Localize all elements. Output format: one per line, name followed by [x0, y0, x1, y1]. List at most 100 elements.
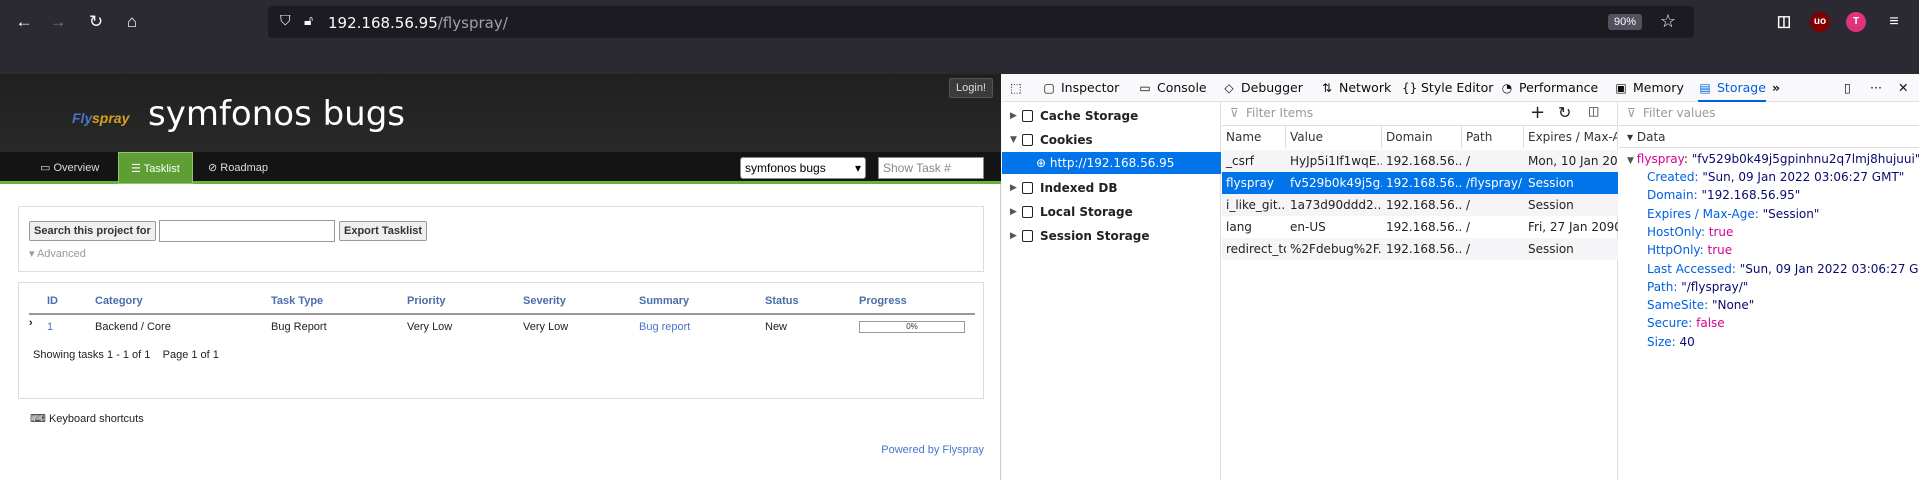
table-cell: / — [1466, 242, 1471, 256]
forward-icon[interactable]: → — [46, 10, 70, 34]
shield-icon[interactable]: ⛉ — [280, 12, 291, 29]
data-header[interactable]: ▾ Data — [1619, 126, 1919, 148]
col-progress[interactable]: Progress — [859, 295, 907, 307]
back-icon[interactable]: ← — [12, 10, 36, 34]
close-icon[interactable]: ✕ — [1898, 74, 1908, 102]
more-options-icon[interactable]: ··· — [1870, 74, 1882, 102]
search-input[interactable] — [159, 220, 335, 242]
filter-items-input[interactable]: ⊽ Filter Items + ↻ ◫ — [1222, 102, 1618, 126]
show-task-input[interactable]: Show Task # — [878, 157, 984, 179]
tab-debugger[interactable]: ◇ Debugger — [1222, 74, 1303, 102]
tree-cookie-host[interactable]: ⊕ http://192.168.56.95 — [1002, 152, 1221, 174]
ublock-icon[interactable]: uo — [1810, 12, 1830, 32]
webpage: Login! Fly spray symfonos bugs ▭ Overvie… — [0, 74, 1001, 480]
collapse-arrow-icon: ▼ — [1627, 156, 1637, 166]
advanced-toggle[interactable]: ▾ Advanced — [29, 247, 86, 260]
tab-style-editor[interactable]: {} Style Editor — [1402, 74, 1493, 102]
cookie-property[interactable]: Domain: "192.168.56.95" — [1647, 188, 1800, 202]
storage-tree: ▶ Cache Storage ▼ Cookies ⊕ http://192.168… — [1002, 102, 1221, 480]
zoom-indicator[interactable]: 90% — [1607, 14, 1642, 30]
search-button[interactable]: Search this project for — [29, 221, 156, 241]
url-bar[interactable]: ⛉ 🔓︎ 192.168.56.95/flyspray/ 90% ☆ — [268, 6, 1694, 38]
url-text[interactable]: 192.168.56.95/flyspray/ — [328, 14, 508, 32]
cookie-property[interactable]: Expires / Max-Age: "Session" — [1647, 207, 1819, 221]
task-summary-link[interactable]: Bug report — [639, 321, 690, 333]
lock-icon[interactable]: 🔓︎ — [304, 12, 313, 29]
table-row[interactable]: i_like_git... 1a73d90ddd2... 192.168.56...… — [1222, 194, 1618, 216]
expand-icon[interactable]: › — [29, 317, 33, 329]
project-select[interactable]: symfonos bugs ▾ — [740, 157, 866, 179]
table-cell: Mon, 10 Jan 2022 — [1528, 154, 1618, 168]
col-priority[interactable]: Priority — [407, 295, 446, 307]
tab-console[interactable]: ▭ Console — [1138, 74, 1206, 102]
col-tasktype[interactable]: Task Type — [271, 295, 323, 307]
export-tasklist-button[interactable]: Export Tasklist — [339, 221, 428, 241]
cookie-property[interactable]: HttpOnly: true — [1647, 243, 1732, 257]
more-tabs-icon[interactable]: » — [1772, 74, 1780, 102]
col-id[interactable]: ID — [47, 295, 58, 307]
cookie-property[interactable]: Created: "Sun, 09 Jan 2022 03:06:27 GMT" — [1647, 170, 1904, 184]
tab-roadmap[interactable]: ⊘ Roadmap — [196, 152, 280, 184]
tree-session-storage[interactable]: ▶ Session Storage — [1002, 224, 1221, 248]
dock-icon[interactable]: ▯ — [1844, 74, 1851, 102]
refresh-icon[interactable]: ↻ — [1558, 103, 1571, 122]
cookie-property[interactable]: SameSite: "None" — [1647, 298, 1754, 312]
table-row[interactable]: _csrf HyJp5i1If1wqE... 192.168.56.... / Mon,… — [1222, 150, 1618, 172]
tree-cookies[interactable]: ▼ Cookies — [1002, 128, 1221, 152]
col-status[interactable]: Status — [765, 295, 799, 307]
col-path[interactable]: Path — [1462, 126, 1524, 148]
bookmark-star-icon[interactable]: ☆ — [1660, 11, 1676, 32]
cookie-property[interactable]: HostOnly: true — [1647, 225, 1733, 239]
table-row[interactable]: flyspray fv529b0k49j5g... 192.168.56.... /f… — [1222, 172, 1618, 194]
col-name[interactable]: Name — [1222, 126, 1286, 148]
col-summary[interactable]: Summary — [639, 295, 689, 307]
devtools-toolbar: ⬚ ▢ Inspector ▭ Console ◇ Debugger ⇅ Network… — [1002, 74, 1919, 102]
cookie-property[interactable]: Last Accessed: "Sun, 09 Jan 2022 03:06:2… — [1647, 262, 1919, 276]
storage-icon: ▤ — [1699, 81, 1711, 95]
table-row[interactable]: lang en-US 192.168.56.... / Fri, 27 Jan 2090… — [1222, 216, 1618, 238]
storage-icon — [1022, 206, 1033, 218]
login-button[interactable]: Login! — [949, 78, 993, 98]
col-domain[interactable]: Domain — [1382, 126, 1462, 148]
reload-icon[interactable]: ↻ — [84, 10, 108, 34]
task-id[interactable]: 1 — [47, 321, 53, 333]
col-expires[interactable]: Expires / Max-Age — [1524, 126, 1618, 148]
cookie-property[interactable]: Size: 40 — [1647, 335, 1695, 349]
add-icon[interactable]: + — [1530, 102, 1545, 123]
tab-inspector[interactable]: ▢ Inspector — [1042, 74, 1119, 102]
table-row[interactable]: redirect_to %2Fdebug%2F... 192.168.56.... /… — [1222, 238, 1618, 260]
col-value[interactable]: Value — [1286, 126, 1382, 148]
col-severity[interactable]: Severity — [523, 295, 566, 307]
tree-cache-storage[interactable]: ▶ Cache Storage — [1002, 104, 1221, 128]
list-icon: ☰ — [131, 163, 144, 175]
toggle-sidebar-icon[interactable]: ◫ — [1588, 104, 1599, 118]
tab-storage[interactable]: ▤ Storage — [1698, 74, 1766, 102]
pocket-icon[interactable]: ◫ — [1774, 12, 1794, 32]
cookie-property[interactable]: Path: "/flyspray/" — [1647, 280, 1748, 294]
tab-tasklist[interactable]: ☰ Tasklist — [118, 152, 193, 184]
inspector-icon: ▢ — [1043, 81, 1055, 95]
table-cell: 192.168.56.... — [1386, 220, 1462, 234]
powered-by-link[interactable]: Powered by Flyspray — [881, 444, 984, 456]
flyspray-logo[interactable]: Fly spray — [52, 102, 132, 138]
home-icon[interactable]: ⌂ — [120, 10, 144, 34]
performance-icon: ◔ — [1501, 81, 1513, 95]
extension-icon[interactable]: T — [1846, 12, 1866, 32]
col-category[interactable]: Category — [95, 295, 143, 307]
menu-icon[interactable]: ≡ — [1884, 12, 1904, 32]
tree-local-storage[interactable]: ▶ Local Storage — [1002, 200, 1221, 224]
tab-memory[interactable]: ▣ Memory — [1614, 74, 1684, 102]
filter-icon: ⊽ — [1230, 106, 1239, 120]
tree-indexed-db[interactable]: ▶ Indexed DB — [1002, 176, 1221, 200]
element-picker-icon[interactable]: ⬚ — [1010, 74, 1022, 102]
keyboard-shortcuts-link[interactable]: ⌨ Keyboard shortcuts — [30, 412, 144, 425]
filter-values-input[interactable]: ⊽ Filter values — [1619, 102, 1919, 126]
globe-icon: ⊕ — [1036, 156, 1050, 170]
cookie-property[interactable]: Secure: false — [1647, 316, 1725, 330]
table-cell: /flyspray/ — [1466, 176, 1523, 190]
cookie-sidebar: ⊽ Filter values ▾ Data ▼ flyspray: "fv529… — [1619, 102, 1919, 480]
tab-performance[interactable]: ◔ Performance — [1500, 74, 1598, 102]
data-root[interactable]: ▼ flyspray: "fv529b0k49j5gpinhnu2q7lmj8h… — [1627, 152, 1919, 166]
tab-overview[interactable]: ▭ Overview — [28, 152, 111, 184]
tab-network[interactable]: ⇅ Network — [1320, 74, 1391, 102]
